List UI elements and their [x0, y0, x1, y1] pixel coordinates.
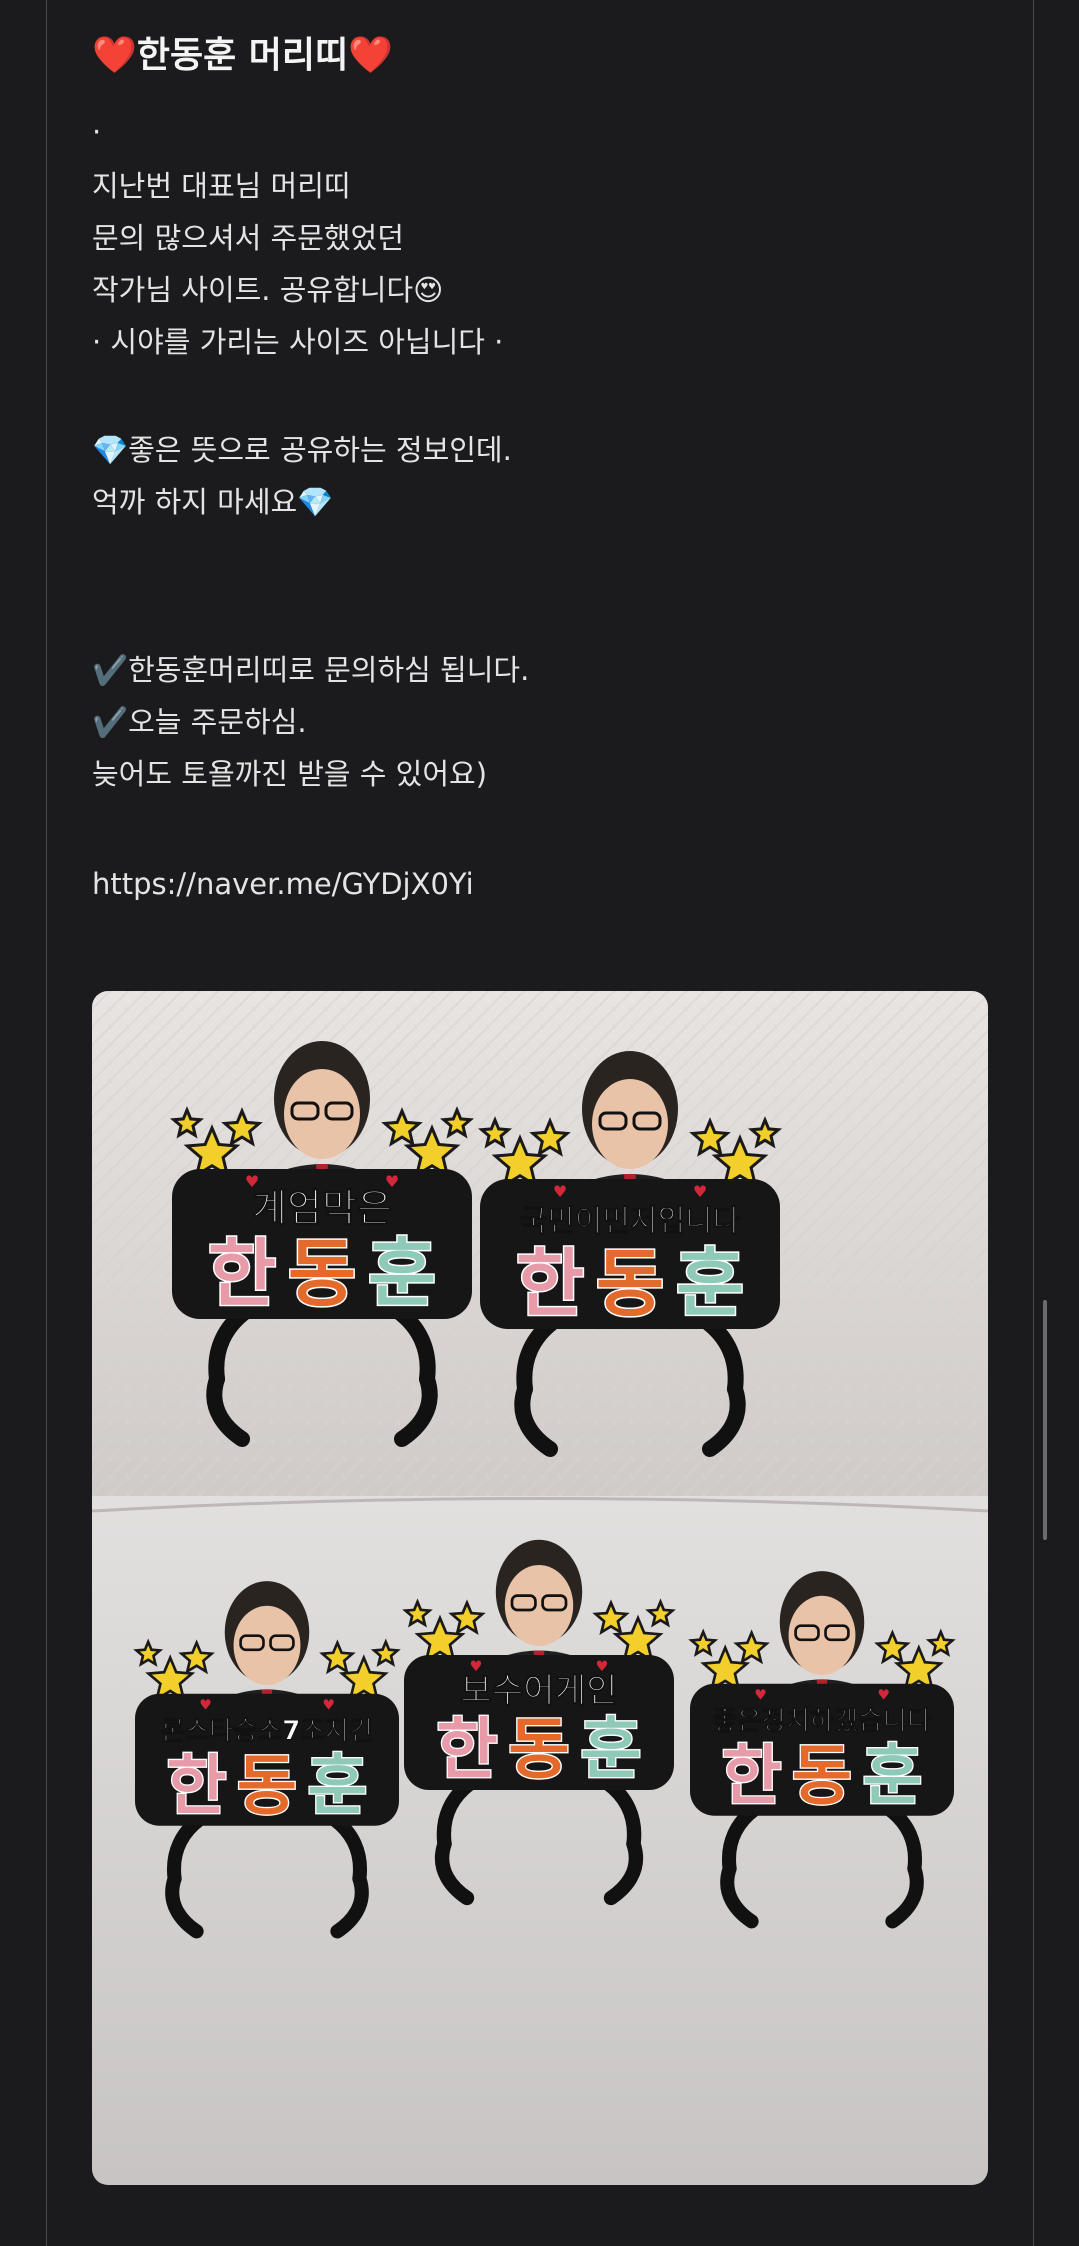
headband-name-char: 동	[596, 1241, 664, 1327]
headband-photo[interactable]: ♥ ♥ 계엄막은 한 동 훈 ♥ ♥ 국민이먼저입니다 한 동 훈 ♥ ♥ 론스타승소7조지킨 한 동 훈 ♥ ♥ 보수…	[92, 991, 988, 2185]
headband-name-char: 동	[288, 1231, 356, 1317]
portrait-face	[788, 1595, 856, 1675]
heart-icon: ♥	[553, 1182, 567, 1201]
post-line: ✔️오늘 주문하심.	[92, 705, 307, 739]
heart-icon: ♥	[199, 1698, 212, 1714]
post-line: 늦어도 토욜까진 받을 수 있어요)	[92, 757, 488, 791]
headband-slogan: 국민이먼저입니다	[520, 1204, 741, 1239]
headband-name-char: 한	[208, 1231, 276, 1317]
headband-slogan: 좋은정치하겠습니다	[713, 1706, 932, 1737]
post-link[interactable]: https://naver.me/GYDjX0Yi	[92, 864, 474, 904]
headband-name-char: 훈	[580, 1710, 641, 1788]
headband-name-char: 훈	[368, 1231, 436, 1317]
headband-name-char: 훈	[676, 1241, 744, 1327]
portrait-face	[504, 1565, 574, 1646]
heart-icon: ♥	[877, 1688, 890, 1704]
headband-name-char: 훈	[307, 1749, 367, 1824]
post-line: 작가님 사이트. 공유합니다😍	[92, 273, 444, 307]
headband-slogan: 계엄막은	[252, 1186, 392, 1230]
headband-name-char: 훈	[862, 1739, 922, 1814]
post-line: 문의 많으셔서 주문했었던	[92, 221, 404, 255]
post-line: · 시야를 가리는 사이즈 아닙니다 ·	[92, 325, 504, 359]
post-line: 💎좋은 뜻으로 공유하는 정보인데.	[92, 433, 512, 467]
post-line: ✔️한동훈머리띠로 문의하심 됩니다.	[92, 653, 530, 687]
headband-name-char: 동	[508, 1710, 569, 1788]
portrait-face	[284, 1069, 360, 1159]
headband-name-char: 한	[516, 1241, 584, 1327]
headband-name-char: 동	[237, 1749, 297, 1824]
post-line: 지난번 대표님 머리띠	[92, 169, 351, 203]
content-border-left	[46, 0, 47, 2246]
content-border-right	[1033, 0, 1034, 2246]
post-line: 억까 하지 마세요💎	[92, 485, 334, 519]
heart-icon: ♥	[754, 1688, 767, 1704]
scrollbar-thumb[interactable]	[1043, 1300, 1047, 1540]
headband-name-char: 동	[792, 1739, 852, 1814]
headband-slogan: 론스타승소7조지킨	[161, 1716, 374, 1747]
post-line: ·	[92, 115, 102, 149]
headband-name-char: 한	[436, 1710, 497, 1788]
heart-icon: ♥	[693, 1182, 707, 1201]
heart-icon: ♥	[322, 1698, 335, 1714]
portrait-face	[233, 1605, 301, 1685]
headband-name-char: 한	[167, 1749, 227, 1824]
portrait-face	[592, 1079, 668, 1169]
headband-slogan: 보수어게인	[460, 1671, 617, 1711]
headband-name-char: 한	[722, 1739, 782, 1814]
post-title: ❤️한동훈 머리띠❤️	[92, 35, 393, 76]
